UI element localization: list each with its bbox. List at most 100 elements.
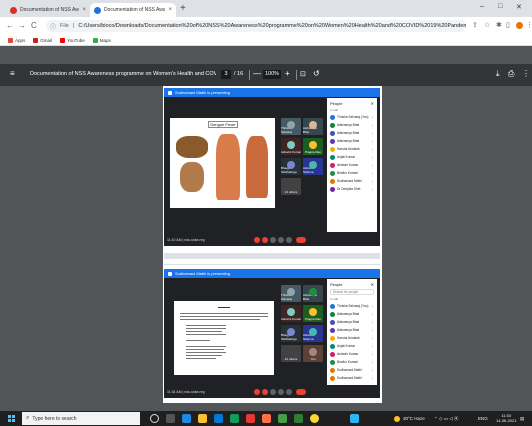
app-icon[interactable]	[262, 414, 271, 423]
rotate-icon[interactable]: ↺	[313, 69, 320, 78]
back-button[interactable]: ←	[6, 21, 14, 30]
more-icon[interactable]: ⋮	[371, 179, 374, 183]
bookmark-maps[interactable]: Maps	[92, 37, 111, 43]
chrome-icon[interactable]	[310, 414, 319, 423]
more-icon[interactable]: ⋮	[371, 147, 374, 151]
participant-row[interactable]: Bindhu Kumari ⋮	[330, 358, 374, 366]
participant-row[interactable]: Sudhamani Mathi ⋮	[330, 366, 374, 374]
camera-off-icon[interactable]	[262, 389, 268, 395]
leave-call-icon[interactable]	[296, 237, 306, 243]
weather-text[interactable]: 30°C Haze	[403, 416, 425, 421]
more-icon[interactable]: ⋮	[371, 320, 374, 324]
more-icon[interactable]: ⋮	[371, 139, 374, 143]
search-people-input[interactable]: Search for people	[330, 289, 374, 295]
more-icon[interactable]: ⋮	[371, 171, 374, 175]
hamburger-menu-icon[interactable]: ≡	[10, 69, 15, 78]
participant-row[interactable]: Dr Deepika Shet ⋮	[330, 185, 374, 193]
close-window-button[interactable]: ✕	[516, 3, 522, 11]
bookmark-apps[interactable]: Apps	[8, 37, 25, 43]
participant-row[interactable]: Ashwini Kumar ⋮	[330, 161, 374, 169]
more-icon[interactable]: ⋮	[371, 376, 374, 380]
edge-icon[interactable]	[182, 414, 191, 423]
print-icon[interactable]: ⎙	[508, 69, 514, 79]
reload-button[interactable]: C	[31, 21, 37, 30]
clock[interactable]: 11:53 14-06-2021	[496, 413, 516, 423]
more-options-icon[interactable]	[286, 389, 292, 395]
captions-icon[interactable]	[270, 237, 276, 243]
participant-row[interactable]: Ashwini Kumar ⋮	[330, 350, 374, 358]
participant-row[interactable]: Aishwarya Bhat ⋮	[330, 137, 374, 145]
more-icon[interactable]: ⋮	[371, 131, 374, 135]
app-icon[interactable]	[230, 414, 239, 423]
more-icon[interactable]: ⋮	[371, 187, 374, 191]
more-icon[interactable]: ⋮	[371, 312, 374, 316]
start-button[interactable]	[8, 415, 15, 422]
extensions-icon[interactable]: ✱	[496, 21, 502, 29]
captions-icon[interactable]	[270, 389, 276, 395]
zoom-out-button[interactable]: —	[253, 69, 261, 78]
tab-documentation-1[interactable]: Documentation of NSS Awarene ×	[6, 3, 90, 17]
participant-row[interactable]: Anjali Kumar ⋮	[330, 153, 374, 161]
more-menu-icon[interactable]: ⋮	[526, 21, 532, 29]
participant-row[interactable]: Aishwarya Bhat ⋮	[330, 121, 374, 129]
language-indicator[interactable]: ENG	[478, 416, 488, 421]
more-icon[interactable]: ⋮	[371, 336, 374, 340]
close-icon[interactable]: ✕	[371, 101, 374, 106]
participant-row[interactable]: Bindhu Kumari ⋮	[330, 169, 374, 177]
download-icon[interactable]: ⤓	[496, 69, 500, 79]
fit-to-page-icon[interactable]: ⊡	[300, 70, 306, 78]
profile-avatar-icon[interactable]	[516, 22, 523, 29]
app-icon[interactable]	[246, 414, 255, 423]
bookmark-youtube[interactable]: YouTube	[60, 37, 85, 43]
participant-row[interactable]: Aishwarya Bhat ⋮	[330, 318, 374, 326]
more-icon[interactable]: ⋮	[371, 304, 374, 308]
tray-icons[interactable]: ⌃ ◇ ▭ ◁ ⦿	[434, 416, 458, 422]
more-icon[interactable]: ⋮	[371, 344, 374, 348]
zoom-in-button[interactable]: +	[285, 69, 290, 78]
zoom-input[interactable]: 100%	[263, 70, 281, 79]
minimize-button[interactable]: –	[480, 3, 484, 10]
more-actions-icon[interactable]: ⋮	[522, 69, 530, 78]
task-view-icon[interactable]	[166, 414, 175, 423]
weather-icon[interactable]	[394, 416, 400, 422]
mic-off-icon[interactable]	[254, 389, 260, 395]
store-icon[interactable]	[214, 414, 223, 423]
present-now-icon[interactable]	[278, 389, 284, 395]
new-tab-button[interactable]: +	[180, 3, 186, 14]
camera-off-icon[interactable]	[262, 237, 268, 243]
participant-row[interactable]: Harsha Annaiah ⋮	[330, 334, 374, 342]
participant-row[interactable]: Anjali Kumar ⋮	[330, 342, 374, 350]
participant-row[interactable]: Sudhamani Mathi ⋮	[330, 374, 374, 382]
site-info-icon[interactable]: ⓘ	[50, 22, 56, 31]
reading-list-icon[interactable]: ▯	[506, 21, 510, 29]
leave-call-icon[interactable]	[296, 389, 306, 395]
more-icon[interactable]: ⋮	[371, 123, 374, 127]
forward-button[interactable]: →	[18, 21, 26, 30]
more-icon[interactable]: ⋮	[371, 368, 374, 372]
participant-row[interactable]: Harsha Annaiah ⋮	[330, 145, 374, 153]
more-options-icon[interactable]	[286, 237, 292, 243]
file-explorer-icon[interactable]	[198, 414, 207, 423]
notifications-icon[interactable]: ▤	[520, 416, 524, 422]
app-icon[interactable]	[278, 414, 287, 423]
app-icon[interactable]	[350, 414, 359, 423]
bookmark-gmail[interactable]: Gmail	[33, 37, 52, 43]
close-icon[interactable]: ✕	[371, 282, 374, 287]
close-tab-icon[interactable]: ×	[82, 7, 86, 13]
participant-row[interactable]: Aishwarya Bhat ⋮	[330, 326, 374, 334]
present-now-icon[interactable]	[278, 237, 284, 243]
app-icon[interactable]	[294, 414, 303, 423]
participant-row[interactable]: Aishwarya Bhat ⋮	[330, 310, 374, 318]
more-icon[interactable]: ⋮	[371, 155, 374, 159]
star-icon[interactable]: ☆	[484, 21, 490, 29]
participant-row[interactable]: Thrisha Selvaraj (You) ⋮	[330, 113, 374, 121]
participant-row[interactable]: Sudhamani Mathi ⋮	[330, 177, 374, 185]
cortana-icon[interactable]	[150, 414, 159, 423]
mic-off-icon[interactable]	[254, 237, 260, 243]
close-tab-icon[interactable]: ×	[168, 7, 172, 13]
tab-documentation-2[interactable]: Documentation of NSS Awaren ×	[90, 3, 176, 17]
maximize-button[interactable]: □	[498, 3, 502, 10]
more-icon[interactable]: ⋮	[371, 352, 374, 356]
participant-row[interactable]: Aishwarya Bhat ⋮	[330, 129, 374, 137]
more-icon[interactable]: ⋮	[371, 360, 374, 364]
